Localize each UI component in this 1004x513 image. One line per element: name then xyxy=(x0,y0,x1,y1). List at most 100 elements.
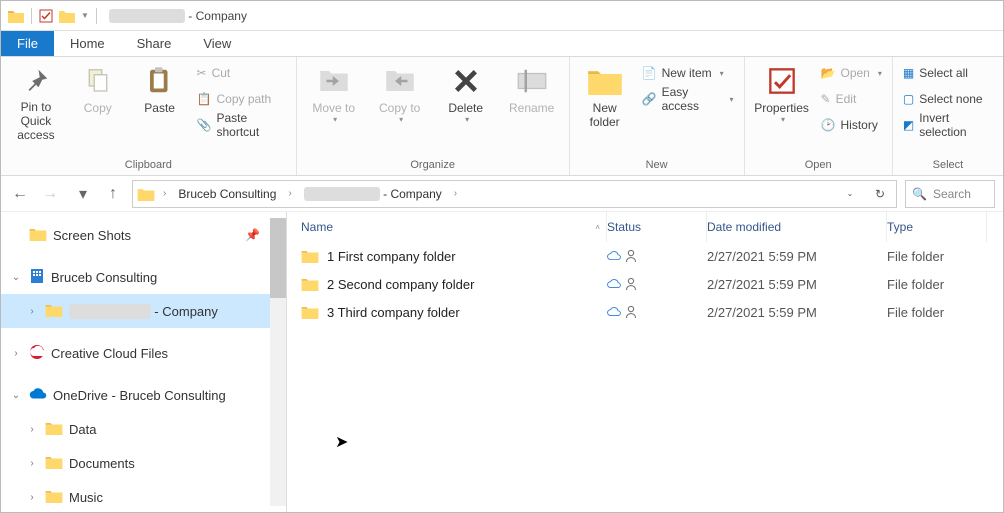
folder-icon xyxy=(301,249,319,263)
table-row[interactable]: 3 Third company folder 2/27/2021 5:59 PMF… xyxy=(287,298,1003,326)
column-type[interactable]: Type xyxy=(887,212,987,242)
invert-selection-button[interactable]: ◩Invert selection xyxy=(899,113,997,137)
file-list: Name˄ Status Date modified Type 1 First … xyxy=(287,212,1003,512)
new-folder-button[interactable]: New folder xyxy=(576,61,634,145)
chevron-down-icon: ▾ xyxy=(781,115,785,124)
move-to-icon xyxy=(317,64,351,98)
twist-icon[interactable]: › xyxy=(9,348,23,359)
select-all-button[interactable]: ▦Select all xyxy=(899,61,997,85)
properties-button[interactable]: Properties▾ xyxy=(751,61,813,145)
new-folder-icon xyxy=(588,64,622,98)
copy-button[interactable]: Copy xyxy=(69,61,127,145)
menu-home[interactable]: Home xyxy=(54,31,121,56)
up-button[interactable]: ↑ xyxy=(102,183,124,205)
forward-button[interactable]: → xyxy=(39,183,61,205)
group-label-new: New xyxy=(646,157,668,175)
twist-icon[interactable]: ⌄ xyxy=(9,390,23,401)
group-label-open: Open xyxy=(805,157,832,175)
refresh-button[interactable]: ↻ xyxy=(868,182,892,206)
column-status[interactable]: Status xyxy=(607,212,707,242)
select-none-button[interactable]: ▢Select none xyxy=(899,87,997,111)
delete-button[interactable]: Delete▾ xyxy=(435,61,497,145)
edit-button[interactable]: ✎Edit xyxy=(817,87,886,111)
new-item-icon: 📄 xyxy=(642,66,657,80)
copy-to-icon xyxy=(383,64,417,98)
address-bar[interactable]: › Bruceb Consulting › ████████ - Company… xyxy=(132,180,897,208)
pin-to-quick-access-button[interactable]: Pin to Quick access xyxy=(7,61,65,145)
table-row[interactable]: 2 Second company folder 2/27/2021 5:59 PM… xyxy=(287,270,1003,298)
twist-icon[interactable]: › xyxy=(25,306,39,317)
ribbon-group-clipboard: Pin to Quick access Copy Paste ✂Cut 📋Cop… xyxy=(1,57,297,175)
ribbon-group-organize: Move to▾ Copy to▾ Delete▾ Rename Organiz… xyxy=(297,57,570,175)
app-icon xyxy=(8,9,24,23)
rename-button[interactable]: Rename xyxy=(501,61,563,145)
delete-icon xyxy=(449,64,483,98)
file-type: File folder xyxy=(887,305,987,320)
tree-item[interactable]: ›Data xyxy=(1,412,270,446)
menu-view[interactable]: View xyxy=(187,31,247,56)
column-date[interactable]: Date modified xyxy=(707,212,887,242)
paste-shortcut-button[interactable]: 📎Paste shortcut xyxy=(193,113,290,137)
search-input[interactable]: 🔍 Search xyxy=(905,180,995,208)
back-button[interactable]: ← xyxy=(9,183,31,205)
tree-item[interactable]: ›Creative Cloud Files xyxy=(1,336,270,370)
search-icon: 🔍 xyxy=(912,187,927,201)
edit-icon: ✎ xyxy=(821,92,831,106)
qat-properties-icon[interactable] xyxy=(39,9,53,23)
file-status xyxy=(607,305,707,319)
column-name[interactable]: Name˄ xyxy=(287,212,607,242)
building-icon xyxy=(29,268,45,287)
twist-icon[interactable]: › xyxy=(25,424,39,435)
move-to-button[interactable]: Move to▾ xyxy=(303,61,365,145)
file-name: 2 Second company folder xyxy=(327,277,474,292)
cut-button[interactable]: ✂Cut xyxy=(193,61,290,85)
menu-share[interactable]: Share xyxy=(121,31,188,56)
twist-icon[interactable]: ⌄ xyxy=(9,272,23,283)
folder-icon xyxy=(29,227,47,244)
recent-locations-button[interactable]: ▾ xyxy=(72,183,94,205)
file-type: File folder xyxy=(887,249,987,264)
chevron-right-icon[interactable]: › xyxy=(454,188,457,199)
folder-icon xyxy=(45,303,63,320)
twist-icon[interactable]: › xyxy=(25,492,39,503)
qat-dropdown-icon[interactable]: ▼ xyxy=(81,11,89,20)
breadcrumb-item[interactable]: Bruceb Consulting xyxy=(174,187,280,201)
explorer-window: ▼ ████████ - Company File Home Share Vie… xyxy=(0,0,1004,513)
easy-access-button[interactable]: 🔗Easy access▾ xyxy=(638,87,738,111)
tree-scrollbar[interactable] xyxy=(270,218,286,506)
file-date: 2/27/2021 5:59 PM xyxy=(707,305,887,320)
tree-item-label: ████████ - Company xyxy=(69,304,218,319)
invert-selection-icon: ◩ xyxy=(903,118,914,132)
chevron-down-icon: ▾ xyxy=(333,115,337,124)
tree-item[interactable]: Screen Shots📌 xyxy=(1,218,270,252)
file-date: 2/27/2021 5:59 PM xyxy=(707,277,887,292)
file-date: 2/27/2021 5:59 PM xyxy=(707,249,887,264)
group-label-organize: Organize xyxy=(410,157,455,175)
chevron-down-icon: ▾ xyxy=(730,95,734,104)
qat-newfolder-icon[interactable] xyxy=(59,9,75,23)
folder-icon xyxy=(45,489,63,506)
menu-file[interactable]: File xyxy=(1,31,54,56)
tree-item[interactable]: ⌄OneDrive - Bruceb Consulting xyxy=(1,378,270,412)
chevron-right-icon[interactable]: › xyxy=(163,188,166,199)
open-button[interactable]: 📂Open▾ xyxy=(817,61,886,85)
chevron-right-icon[interactable]: › xyxy=(288,188,291,199)
tree-item[interactable]: › ████████ - Company xyxy=(1,294,270,328)
table-row[interactable]: 1 First company folder2/27/2021 5:59 PMF… xyxy=(287,242,1003,270)
file-status xyxy=(607,277,707,291)
history-button[interactable]: 🕑History xyxy=(817,113,886,137)
new-item-button[interactable]: 📄New item▾ xyxy=(638,61,738,85)
copy-path-button[interactable]: 📋Copy path xyxy=(193,87,290,111)
paste-icon xyxy=(143,64,177,98)
paste-button[interactable]: Paste xyxy=(131,61,189,145)
tree-item[interactable]: ⌄Bruceb Consulting xyxy=(1,260,270,294)
copy-to-button[interactable]: Copy to▾ xyxy=(369,61,431,145)
file-name: 3 Third company folder xyxy=(327,305,460,320)
title-bar: ▼ ████████ - Company xyxy=(1,1,1003,31)
address-dropdown-button[interactable]: ⌄ xyxy=(838,182,862,206)
folder-icon xyxy=(301,277,319,291)
tree-item[interactable]: ›Documents xyxy=(1,446,270,480)
tree-item[interactable]: ›Music xyxy=(1,480,270,506)
breadcrumb-item[interactable]: ████████ - Company xyxy=(300,187,446,201)
twist-icon[interactable]: › xyxy=(25,458,39,469)
